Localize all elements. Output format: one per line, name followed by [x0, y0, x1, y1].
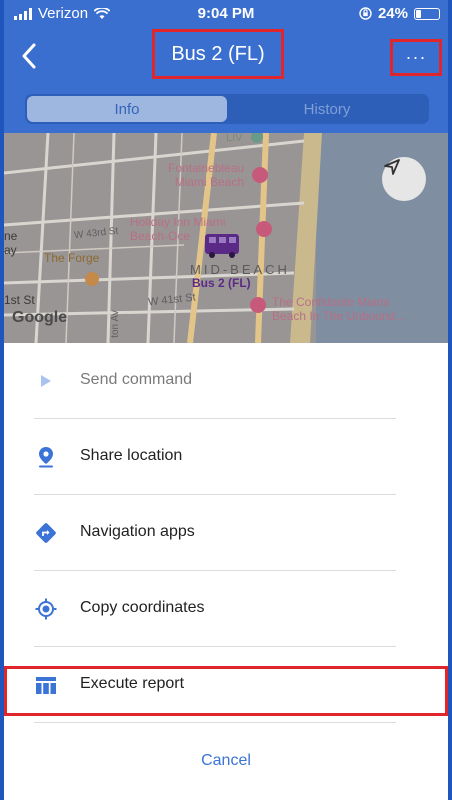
nav-bar: Bus 2 (FL) ··· — [4, 26, 448, 86]
page-title: Bus 2 (FL) — [152, 29, 284, 79]
map-label-fontainebleau: Fontainebleau Miami Beach — [168, 161, 245, 189]
map-label-confidante: The Confidante Miami Beach In The Unboun… — [272, 295, 406, 323]
action-sheet: Send command Share location Navigation a… — [4, 343, 448, 800]
directions-icon — [34, 521, 58, 545]
map-label-holiday-inn: Holiday Inn Miami Beach-Oce — [130, 215, 226, 243]
map-label-bus: Bus 2 (FL) — [192, 276, 251, 290]
map-label-ay: ay — [4, 243, 17, 257]
map-label-ne: ne — [4, 229, 18, 243]
orientation-lock-icon — [359, 7, 372, 20]
more-options-button[interactable]: ··· — [390, 39, 442, 76]
back-button[interactable] — [16, 40, 44, 72]
locate-button[interactable] — [382, 157, 426, 201]
share-location-item[interactable]: Share location — [34, 419, 396, 495]
phone-screen: Verizon 9:04 PM 24% Bus 2 (FL) ··· Info … — [0, 0, 452, 800]
app-header: Verizon 9:04 PM 24% Bus 2 (FL) ··· Info … — [4, 0, 448, 133]
map-label-mid-beach: MID-BEACH — [190, 262, 290, 277]
map-label-liv: LIV — [226, 133, 243, 144]
map-label-forge: The Forge — [44, 251, 100, 265]
send-command-label: Send command — [80, 371, 193, 388]
chevron-left-icon — [22, 43, 36, 69]
segmented-control: Info History — [25, 94, 429, 124]
play-icon — [34, 369, 58, 393]
tab-info[interactable]: Info — [27, 96, 227, 122]
location-pin-icon — [34, 445, 58, 469]
page-title-text: Bus 2 (FL) — [171, 42, 265, 65]
more-icon: ··· — [405, 47, 427, 67]
navigation-arrow-icon — [384, 159, 400, 175]
execute-report-highlight — [4, 666, 448, 716]
battery-icon — [414, 7, 440, 20]
navigation-apps-label: Navigation apps — [80, 523, 195, 540]
tab-history[interactable]: History — [227, 94, 427, 124]
share-location-label: Share location — [80, 447, 183, 464]
map-label-vertical: ton Av — [109, 310, 121, 338]
navigation-apps-item[interactable]: Navigation apps — [34, 495, 396, 571]
status-right: 24% — [359, 5, 440, 22]
tab-history-label: History — [303, 100, 351, 118]
map-view[interactable]: LIV Fontainebleau Miami Beach Holiday In… — [4, 133, 448, 343]
copy-coordinates-label: Copy coordinates — [80, 599, 205, 616]
status-bar: Verizon 9:04 PM 24% — [4, 0, 448, 26]
copy-coordinates-item[interactable]: Copy coordinates — [34, 571, 396, 647]
send-command-item[interactable]: Send command — [34, 343, 396, 419]
battery-percent: 24% — [377, 5, 408, 22]
google-logo: Google — [12, 309, 68, 326]
map-label-1st: 1st St — [4, 293, 35, 307]
tab-info-label: Info — [114, 100, 140, 118]
crosshair-icon — [34, 597, 58, 621]
cancel-button[interactable]: Cancel — [0, 752, 452, 770]
